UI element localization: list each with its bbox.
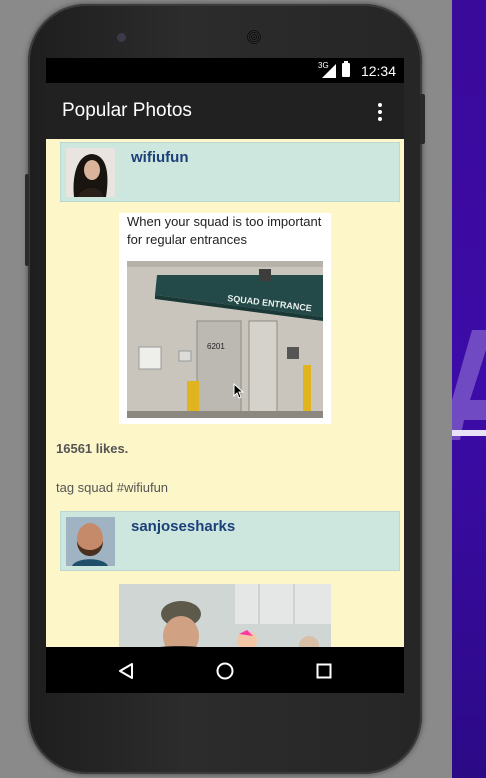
username[interactable]: sanjosesharks [131, 518, 235, 535]
cursor-icon [233, 383, 245, 399]
likes-count: 16561 likes. [56, 441, 129, 456]
post-photo[interactable] [119, 584, 331, 647]
photo-image: SQUAD ENTRANCE 6201 [127, 261, 323, 418]
post-photo[interactable]: When your squad is too important for reg… [119, 213, 331, 424]
username[interactable]: wifiufun [131, 149, 188, 166]
photo-caption-text: When your squad is too important for reg… [127, 214, 322, 247]
recents-square-icon[interactable] [316, 663, 332, 679]
photo-feed[interactable]: wifiufun When your squad is too importan… [46, 139, 404, 647]
power-button[interactable] [420, 94, 425, 144]
app-bar: Popular Photos [46, 83, 404, 139]
home-circle-icon[interactable] [216, 662, 234, 680]
post-tags[interactable]: tag squad #wifiufun [56, 480, 168, 495]
app-title: Popular Photos [62, 100, 192, 121]
post-header[interactable]: wifiufun [61, 143, 399, 201]
avatar[interactable] [66, 148, 115, 197]
more-vert-icon[interactable] [370, 101, 390, 121]
avatar-image [66, 148, 115, 197]
volume-button[interactable] [25, 174, 29, 266]
front-camera [117, 33, 126, 42]
backdrop-logo-fragment [452, 330, 486, 440]
avatar-image [66, 517, 115, 566]
battery-icon [342, 61, 350, 77]
back-triangle-icon[interactable] [117, 662, 135, 680]
photo-image [119, 584, 331, 647]
navigation-bar [46, 647, 404, 693]
status-bar: 3G 12:34 [46, 58, 404, 83]
avatar[interactable] [66, 517, 115, 566]
status-time: 12:34 [360, 63, 396, 79]
door-number: 6201 [207, 342, 225, 351]
signal-icon [322, 64, 336, 78]
post-header[interactable]: sanjosesharks [61, 512, 399, 570]
speaker-grille [246, 29, 262, 45]
screen: 3G 12:34 Popular Photos wifiufun When yo… [46, 58, 404, 693]
